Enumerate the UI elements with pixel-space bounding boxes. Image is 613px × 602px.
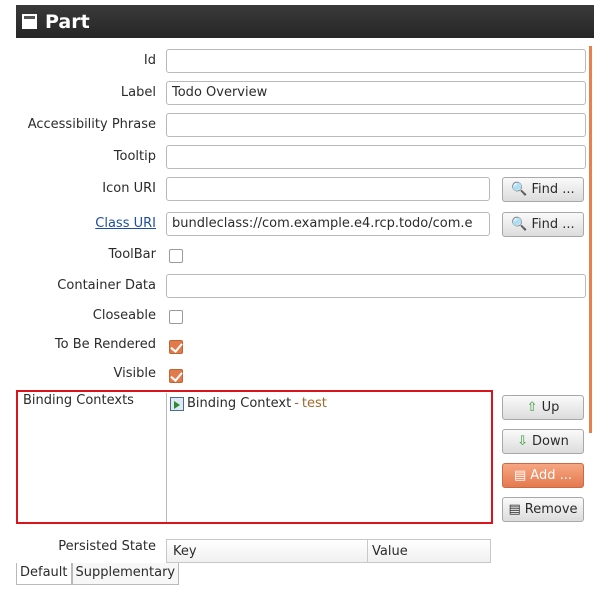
- icon-uri-label: Icon URI: [102, 181, 156, 196]
- remove-label: Remove: [524, 502, 578, 517]
- column-header-value[interactable]: Value: [372, 544, 408, 559]
- down-button[interactable]: ⇩ Down: [502, 429, 584, 454]
- label-label: Label: [120, 85, 156, 100]
- icon-uri-find-button[interactable]: 🔍 Find ...: [502, 177, 584, 202]
- search-icon: 🔍: [511, 217, 528, 232]
- add-icon: ▤: [514, 468, 527, 483]
- tab-default[interactable]: Default: [16, 563, 72, 585]
- column-divider: [367, 540, 368, 562]
- icon-uri-find-label: Find ...: [531, 182, 575, 197]
- tab-supplementary[interactable]: Supplementary: [71, 563, 180, 585]
- add-label: Add ...: [530, 468, 572, 483]
- accessibility-phrase-field[interactable]: [166, 113, 586, 137]
- accessibility-phrase-label: Accessibility Phrase: [27, 117, 156, 132]
- up-button[interactable]: ⇧ Up: [502, 395, 584, 420]
- to-be-rendered-label: To Be Rendered: [54, 337, 156, 352]
- toolbar-label: ToolBar: [108, 247, 156, 262]
- arrow-up-icon: ⇧: [526, 400, 538, 415]
- up-label: Up: [541, 400, 560, 415]
- id-label: Id: [143, 53, 156, 68]
- binding-context-icon: [170, 396, 184, 411]
- window-icon: [22, 14, 37, 29]
- binding-contexts-label: Binding Contexts: [23, 393, 134, 408]
- scrollbar[interactable]: [589, 46, 592, 433]
- visible-label: Visible: [113, 366, 156, 381]
- binding-context-detail: test: [301, 396, 327, 411]
- search-icon: 🔍: [511, 182, 528, 197]
- to-be-rendered-checkbox[interactable]: [169, 340, 183, 354]
- visible-checkbox[interactable]: [169, 369, 183, 383]
- list-item[interactable]: Binding Context - test: [170, 396, 327, 411]
- persisted-state-table-header: Key Value: [166, 539, 491, 563]
- closeable-label: Closeable: [92, 308, 156, 323]
- binding-context-name: Binding Context: [187, 396, 292, 411]
- arrow-down-icon: ⇩: [517, 434, 529, 449]
- binding-context-separator: -: [294, 396, 299, 411]
- class-uri-field[interactable]: bundleclass://com.example.e4.rcp.todo/co…: [166, 212, 490, 236]
- remove-button[interactable]: ▤ Remove: [502, 497, 584, 522]
- icon-uri-field[interactable]: [166, 177, 490, 201]
- tooltip-label: Tooltip: [113, 149, 156, 164]
- class-uri-link[interactable]: Class URI: [95, 216, 156, 231]
- label-field[interactable]: Todo Overview: [166, 81, 586, 105]
- class-uri-find-button[interactable]: 🔍 Find ...: [502, 212, 584, 237]
- id-field[interactable]: [166, 49, 586, 73]
- persisted-state-label: Persisted State: [58, 539, 156, 554]
- closeable-checkbox[interactable]: [169, 310, 183, 324]
- container-data-label: Container Data: [57, 278, 156, 293]
- column-header-key[interactable]: Key: [173, 544, 197, 559]
- remove-icon: ▤: [508, 502, 521, 517]
- tooltip-field[interactable]: [166, 145, 586, 169]
- container-data-field[interactable]: [166, 274, 586, 298]
- class-uri-find-label: Find ...: [531, 217, 575, 232]
- editor-tabs: Default Supplementary: [16, 563, 180, 585]
- down-label: Down: [532, 434, 569, 449]
- toolbar-checkbox[interactable]: [169, 249, 183, 263]
- page-title: Part: [45, 10, 90, 33]
- add-button[interactable]: ▤ Add ...: [502, 463, 584, 488]
- part-header: Part: [16, 5, 594, 38]
- binding-contexts-list[interactable]: [166, 393, 491, 522]
